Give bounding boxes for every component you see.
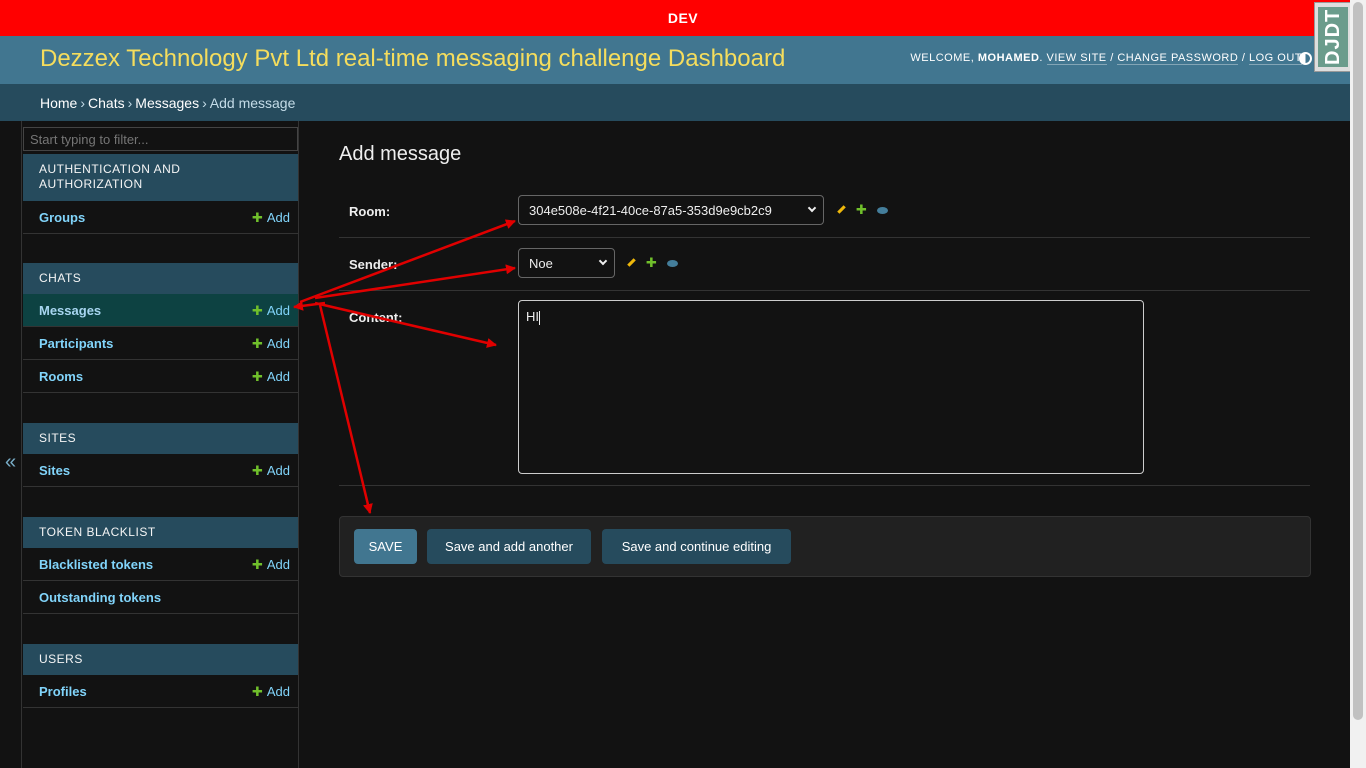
sidebar-item-rooms[interactable]: Rooms ✚ Add: [23, 360, 298, 393]
sidebar-item-groups[interactable]: Groups ✚ Add: [23, 201, 298, 234]
breadcrumb-messages[interactable]: Messages: [135, 95, 199, 111]
submit-row: Save Save and add another Save and conti…: [339, 516, 1311, 577]
content-textarea[interactable]: HI: [518, 300, 1144, 474]
page-title: Add message: [339, 143, 462, 165]
pencil-icon[interactable]: [837, 205, 846, 214]
module-token-blacklist: Token Blacklist Blacklisted tokens ✚ Add …: [23, 517, 298, 614]
plus-icon[interactable]: ✚: [646, 255, 657, 270]
site-title[interactable]: Dezzex Technology Pvt Ltd real-time mess…: [40, 45, 785, 73]
breadcrumb-chats[interactable]: Chats: [88, 95, 125, 111]
module-caption[interactable]: Chats: [23, 263, 298, 294]
scrollbar-thumb[interactable]: [1353, 2, 1363, 720]
add-label: Add: [266, 210, 290, 225]
add-rooms-link[interactable]: ✚ Add: [252, 369, 290, 385]
sidebar-item-label[interactable]: Groups: [39, 210, 85, 225]
plus-icon: ✚: [251, 463, 263, 478]
breadcrumb-current: Add message: [209, 95, 296, 111]
plus-icon[interactable]: ✚: [856, 202, 867, 217]
page-scrollbar[interactable]: [1350, 0, 1366, 768]
view-site-link[interactable]: View site: [1046, 52, 1107, 65]
sidebar-filter-input[interactable]: [23, 127, 298, 151]
sender-select-value: Noe: [529, 256, 553, 271]
eye-icon[interactable]: [876, 207, 888, 214]
module-caption[interactable]: Authentication and Authorization: [23, 154, 298, 201]
eye-icon[interactable]: [666, 260, 678, 267]
header: Dezzex Technology Pvt Ltd real-time mess…: [0, 36, 1350, 84]
environment-banner: DEV: [0, 0, 1366, 36]
breadcrumb: Home › Chats › Messages › Add message: [0, 84, 1350, 121]
room-select[interactable]: 304e508e-4f21-40ce-87a5-353d9e9cb2c9: [518, 195, 824, 225]
breadcrumb-home[interactable]: Home: [40, 95, 77, 111]
plus-icon: ✚: [251, 210, 263, 225]
sidebar-item-messages[interactable]: Messages ✚ Add: [23, 294, 298, 327]
add-label: Add: [266, 463, 290, 478]
sidebar-item-label[interactable]: Rooms: [39, 369, 83, 384]
plus-icon: ✚: [251, 336, 263, 351]
sidebar-item-label[interactable]: Sites: [39, 463, 70, 478]
add-label: Add: [266, 336, 290, 351]
module-authentication: Authentication and Authorization Groups …: [23, 154, 298, 234]
content-label: Content:: [349, 310, 403, 325]
sender-related-actions: ✚: [627, 255, 678, 271]
module-caption[interactable]: Sites: [23, 423, 298, 454]
username: Mohamed: [977, 52, 1040, 64]
welcome-text: Welcome,: [910, 52, 975, 64]
log-out-link[interactable]: Log out: [1248, 52, 1302, 65]
room-related-actions: ✚: [837, 202, 888, 218]
sender-label: Sender:: [349, 257, 398, 272]
add-label: Add: [266, 557, 290, 572]
main-content: Add message Room: 304e508e-4f21-40ce-87a…: [299, 121, 1350, 768]
room-field-row: Room: 304e508e-4f21-40ce-87a5-353d9e9cb2…: [339, 185, 1310, 238]
save-button[interactable]: Save: [354, 529, 417, 564]
add-label: Add: [266, 369, 290, 384]
module-caption[interactable]: Token Blacklist: [23, 517, 298, 548]
save-and-add-another-button[interactable]: Save and add another: [427, 529, 591, 564]
module-chats: Chats Messages ✚ Add Participants ✚ Add Ro…: [23, 263, 298, 393]
add-messages-link[interactable]: ✚ Add: [252, 303, 290, 319]
module-sites: Sites Sites ✚ Add: [23, 423, 298, 487]
room-label: Room:: [349, 204, 391, 219]
sender-select[interactable]: Noe: [518, 248, 615, 278]
plus-icon: ✚: [251, 369, 263, 384]
plus-icon: ✚: [251, 557, 263, 572]
sidebar-item-label[interactable]: Messages: [39, 303, 101, 318]
text-cursor: [539, 310, 540, 325]
add-blacklisted-tokens-link[interactable]: ✚ Add: [252, 557, 290, 573]
content-text: HI: [526, 309, 539, 324]
add-label: Add: [266, 684, 290, 699]
plus-icon: ✚: [251, 303, 263, 318]
debug-toolbar-handle[interactable]: DJDT: [1314, 2, 1352, 72]
pencil-icon[interactable]: [627, 258, 636, 267]
chevron-down-icon: [807, 203, 817, 213]
sidebar-item-label[interactable]: Blacklisted tokens: [39, 557, 153, 572]
collapse-sidebar-icon[interactable]: «: [0, 121, 22, 768]
sidebar-item-outstanding-tokens[interactable]: Outstanding tokens: [23, 581, 298, 614]
sidebar-item-participants[interactable]: Participants ✚ Add: [23, 327, 298, 360]
add-label: Add: [266, 303, 290, 318]
sidebar: Authentication and Authorization Groups …: [22, 121, 299, 768]
sidebar-item-label[interactable]: Outstanding tokens: [39, 590, 161, 605]
add-sites-link[interactable]: ✚ Add: [252, 463, 290, 479]
save-and-continue-editing-button[interactable]: Save and continue editing: [602, 529, 791, 564]
theme-toggle-icon[interactable]: [1299, 52, 1312, 65]
change-password-link[interactable]: Change password: [1117, 52, 1239, 65]
module-caption[interactable]: Users: [23, 644, 298, 675]
chevron-down-icon: [598, 256, 608, 266]
add-participants-link[interactable]: ✚ Add: [252, 336, 290, 352]
sender-field-row: Sender: Noe ✚: [339, 238, 1310, 291]
debug-toolbar-label: DJDT: [1318, 7, 1348, 67]
module-users: Users Profiles ✚ Add: [23, 644, 298, 708]
sidebar-item-sites[interactable]: Sites ✚ Add: [23, 454, 298, 487]
sidebar-item-label[interactable]: Profiles: [39, 684, 87, 699]
sidebar-item-blacklisted-tokens[interactable]: Blacklisted tokens ✚ Add: [23, 548, 298, 581]
room-select-value: 304e508e-4f21-40ce-87a5-353d9e9cb2c9: [529, 203, 772, 218]
sidebar-item-label[interactable]: Participants: [39, 336, 113, 351]
sidebar-item-profiles[interactable]: Profiles ✚ Add: [23, 675, 298, 708]
plus-icon: ✚: [251, 684, 263, 699]
user-tools: Welcome, Mohamed. View site / Change pas…: [910, 52, 1302, 65]
add-groups-link[interactable]: ✚ Add: [252, 210, 290, 226]
content-field-row: Content: HI: [339, 291, 1310, 486]
add-profiles-link[interactable]: ✚ Add: [252, 684, 290, 700]
